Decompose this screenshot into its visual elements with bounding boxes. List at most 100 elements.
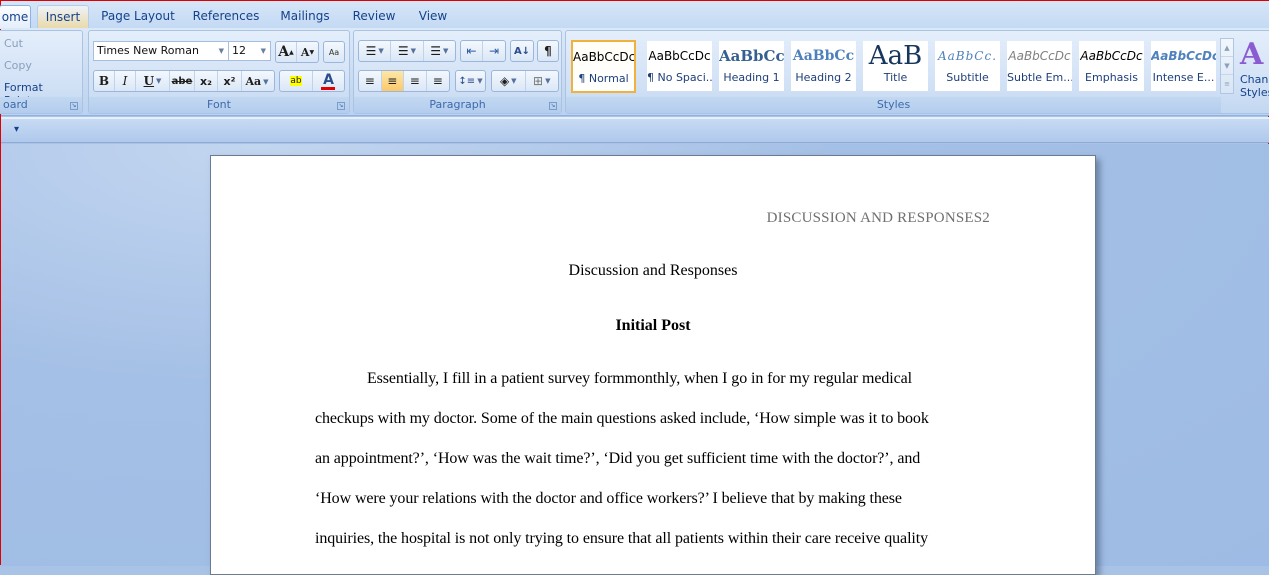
change-case-icon: Aa — [245, 74, 262, 88]
show-marks-button[interactable]: ¶ — [537, 40, 559, 62]
decrease-indent-button[interactable]: ⇤ — [461, 41, 484, 61]
chevron-down-icon[interactable]: ▼ — [261, 42, 266, 60]
tab-insert[interactable]: Insert — [37, 5, 89, 29]
borders-button[interactable]: ⊞ ▼ — [526, 71, 559, 91]
style-name: Heading 1 — [723, 71, 780, 84]
shrink-font-button[interactable]: A ▼ — [297, 42, 318, 62]
style-name: Heading 2 — [795, 71, 852, 84]
change-styles-label-1: Chang — [1240, 73, 1269, 86]
document-page[interactable]: DISCUSSION AND RESPONSES2 Discussion and… — [210, 155, 1096, 575]
cut-button[interactable]: Cut — [4, 37, 23, 50]
font-name-value: Times New Roman — [97, 44, 199, 57]
grow-font-icon: A — [278, 44, 290, 60]
shading-borders-box: ◈ ▼ ⊞ ▼ — [491, 70, 559, 92]
body-text-line: checkups with my doctor. Some of the mai… — [315, 410, 929, 427]
document-area[interactable]: DISCUSSION AND RESPONSES2 Discussion and… — [1, 144, 1269, 575]
style-sample: AaB — [868, 41, 923, 71]
font-size-value: 12 — [232, 44, 246, 57]
scroll-down-icon[interactable]: ▼ — [1221, 57, 1233, 75]
bold-button[interactable]: B — [94, 71, 115, 91]
tab-page-layout[interactable]: Page Layout — [99, 5, 177, 29]
superscript-button[interactable]: x² — [218, 71, 242, 91]
style-name: Subtitle — [946, 71, 989, 84]
style-title[interactable]: AaB Title — [863, 41, 928, 91]
tab-home[interactable]: ome — [0, 5, 31, 29]
change-styles-label-2: Styles — [1240, 86, 1269, 99]
align-right-button[interactable]: ≡ — [404, 71, 427, 91]
pilcrow-icon: ¶ — [544, 44, 552, 58]
page-header: DISCUSSION AND RESPONSES2 — [766, 210, 990, 226]
style-sample: AaBbCcDc — [1008, 49, 1071, 63]
style-subtle-emphasis[interactable]: AaBbCcDc Subtle Em... — [1007, 41, 1072, 91]
font-name-combo[interactable]: Times New Roman ▼ — [93, 41, 229, 61]
styles-group-label: Styles — [566, 97, 1221, 113]
font-group-label: Font — [89, 97, 349, 113]
style-name: Emphasis — [1085, 71, 1138, 84]
style-heading-2[interactable]: AaBbCc Heading 2 — [791, 41, 856, 91]
tab-references[interactable]: References — [189, 5, 263, 29]
font-group: Times New Roman ▼ 12 ▼ A ▲ A ▼ Aa B I U ▼ a… — [88, 30, 350, 114]
numbering-button[interactable]: ☰ ▼ — [391, 41, 424, 61]
color-box: ab A — [279, 70, 345, 92]
gallery-more-icon[interactable]: ≡ — [1221, 75, 1233, 93]
multilevel-list-button[interactable]: ☰ ▼ — [424, 41, 455, 61]
tab-view[interactable]: View — [413, 5, 453, 29]
paragraph-group-label: Paragraph — [354, 97, 561, 113]
style-normal[interactable]: AaBbCcDc ¶ Normal — [571, 40, 636, 93]
font-size-combo[interactable]: 12 ▼ — [228, 41, 271, 61]
style-sample: AaBbCc. — [937, 49, 998, 63]
bullets-icon: ☰ — [365, 44, 377, 58]
style-heading-1[interactable]: AaBbCc Heading 1 — [719, 41, 784, 91]
line-spacing-button[interactable]: ↕≡ ▼ — [455, 70, 486, 92]
font-format-box: B I U ▼ abe x₂ x² Aa ▼ — [93, 70, 275, 92]
paragraph-dialog-launcher-icon[interactable]: ↘ — [549, 102, 557, 110]
justify-button[interactable]: ≡ — [427, 71, 449, 91]
indent-box: ⇤ ⇥ — [460, 40, 506, 62]
clipboard-group: Cut Copy Format Painter oard ↘ — [0, 30, 83, 114]
style-sample: AaBbCcDc — [573, 50, 634, 64]
copy-button[interactable]: Copy — [4, 59, 32, 72]
underline-button[interactable]: U ▼ — [136, 71, 170, 91]
align-left-button[interactable]: ≡ — [359, 71, 382, 91]
bullets-button[interactable]: ☰ ▼ — [359, 41, 392, 61]
tab-review[interactable]: Review — [349, 5, 399, 29]
font-color-button[interactable]: A — [313, 71, 344, 91]
style-sample: AaBbCc — [792, 48, 855, 64]
change-case-button[interactable]: Aa ▼ — [242, 71, 272, 91]
change-styles-icon: A — [1240, 37, 1264, 72]
body-text-line: inquiries, the hospital is not only tryi… — [315, 530, 928, 547]
tab-mailings[interactable]: Mailings — [277, 5, 333, 29]
customize-toolbar-icon[interactable]: ▾ — [14, 124, 19, 135]
chevron-down-icon[interactable]: ▼ — [219, 42, 224, 60]
highlight-button[interactable]: ab — [280, 71, 313, 91]
alignment-box: ≡ ≡ ≡ ≡ — [358, 70, 450, 92]
style-no-spacing[interactable]: AaBbCcDc ¶ No Spaci... — [647, 41, 712, 91]
clear-formatting-button[interactable]: Aa — [323, 41, 345, 63]
font-dialog-launcher-icon[interactable]: ↘ — [337, 102, 345, 110]
ribbon: Cut Copy Format Painter oard ↘ Times New… — [0, 28, 1269, 116]
ribbon-tab-row: ome Insert Page Layout References Mailin… — [0, 1, 1269, 29]
paint-bucket-icon: ◈ — [499, 74, 510, 88]
strikethrough-button[interactable]: abe — [170, 71, 195, 91]
increase-indent-button[interactable]: ⇥ — [483, 41, 505, 61]
style-name: Title — [883, 71, 908, 84]
underline-icon: U — [143, 74, 155, 88]
line-spacing-icon: ↕≡ ▼ — [458, 75, 483, 87]
style-emphasis[interactable]: AaBbCcDc Emphasis — [1079, 41, 1144, 91]
style-name: Subtle Em... — [1007, 71, 1072, 84]
quick-access-toolbar: ▾ — [1, 117, 1269, 143]
sort-icon: A↓ — [513, 45, 531, 57]
grow-font-button[interactable]: A ▲ — [276, 42, 298, 62]
style-subtitle[interactable]: AaBbCc. Subtitle — [935, 41, 1000, 91]
change-styles-button[interactable]: A Chang Styles — [1240, 37, 1269, 99]
styles-gallery-scrollbar[interactable]: ▲ ▼ ≡ — [1220, 38, 1234, 94]
sort-button[interactable]: A↓ — [510, 40, 534, 62]
align-center-button[interactable]: ≡ — [381, 71, 404, 91]
shading-button[interactable]: ◈ ▼ — [492, 71, 526, 91]
scroll-up-icon[interactable]: ▲ — [1221, 39, 1233, 57]
style-intense-emphasis[interactable]: AaBbCcDc Intense E... — [1151, 41, 1216, 91]
italic-button[interactable]: I — [115, 71, 136, 91]
style-sample: AaBbCcDc — [648, 49, 711, 63]
subscript-button[interactable]: x₂ — [195, 71, 218, 91]
clipboard-dialog-launcher-icon[interactable]: ↘ — [70, 102, 78, 110]
